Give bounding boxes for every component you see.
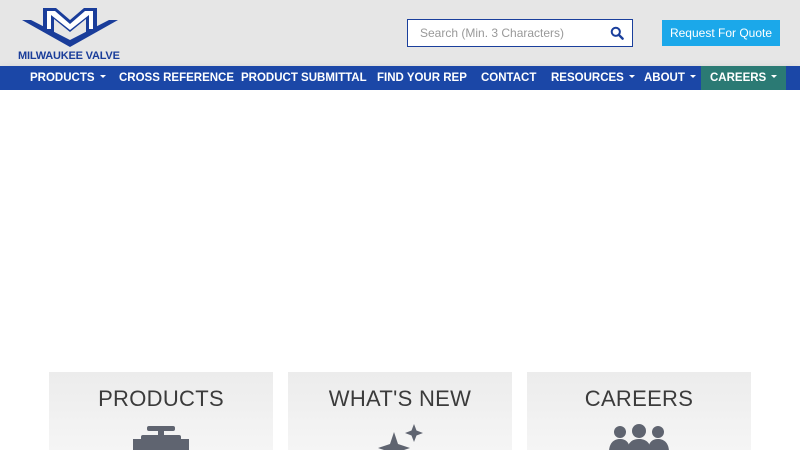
nav-item-label: RESOURCES bbox=[551, 72, 624, 84]
caret-down-icon bbox=[771, 75, 778, 79]
valve-icon bbox=[133, 426, 189, 450]
request-quote-button[interactable]: Request For Quote bbox=[662, 20, 780, 46]
nav-item-label: CONTACT bbox=[481, 72, 537, 84]
card-title: WHAT'S NEW bbox=[328, 386, 472, 411]
search-icon[interactable] bbox=[610, 26, 624, 40]
nav-item-label: FIND YOUR REP bbox=[377, 72, 467, 84]
caret-down-icon bbox=[628, 75, 635, 79]
card-products[interactable]: PRODUCTS bbox=[49, 372, 273, 450]
nav-item-contact[interactable]: CONTACT bbox=[481, 66, 536, 90]
logo-wordmark: MILWAUKEE VALVE bbox=[18, 50, 120, 62]
main-navigation: PRODUCTS CROSS REFERENCE PRODUCT SUBMITT… bbox=[0, 66, 800, 90]
nav-item-label: PRODUCTS bbox=[30, 72, 95, 84]
site-header: MILWAUKEE VALVE Request For Quote bbox=[0, 0, 800, 66]
nav-item-product-submittal[interactable]: PRODUCT SUBMITTAL bbox=[241, 66, 367, 90]
sparkle-icon bbox=[378, 424, 423, 450]
nav-item-label: PRODUCT SUBMITTAL bbox=[241, 72, 367, 84]
nav-item-about[interactable]: ABOUT bbox=[644, 66, 696, 90]
card-careers[interactable]: CAREERS bbox=[527, 372, 751, 450]
nav-item-label: ABOUT bbox=[644, 72, 685, 84]
caret-down-icon bbox=[99, 75, 106, 79]
hero-banner bbox=[0, 90, 800, 372]
card-whats-new[interactable]: WHAT'S NEW bbox=[288, 372, 512, 450]
nav-item-label: CAREERS bbox=[710, 72, 767, 84]
logo-mark-icon bbox=[22, 8, 118, 47]
milwaukee-valve-logo[interactable]: MILWAUKEE VALVE bbox=[18, 4, 122, 62]
nav-item-cross-reference[interactable]: CROSS REFERENCE bbox=[119, 66, 234, 90]
nav-item-label: CROSS REFERENCE bbox=[119, 72, 235, 84]
caret-down-icon bbox=[689, 75, 696, 79]
card-title: CAREERS bbox=[584, 386, 694, 411]
nav-item-careers[interactable]: CAREERS bbox=[701, 66, 787, 90]
search-box[interactable] bbox=[407, 19, 633, 47]
nav-item-resources[interactable]: RESOURCES bbox=[551, 66, 635, 90]
nav-item-products[interactable]: PRODUCTS bbox=[30, 66, 106, 90]
search-input[interactable] bbox=[408, 20, 610, 46]
card-title: PRODUCTS bbox=[98, 386, 224, 411]
people-icon bbox=[609, 424, 669, 450]
nav-item-find-your-rep[interactable]: FIND YOUR REP bbox=[377, 66, 467, 90]
